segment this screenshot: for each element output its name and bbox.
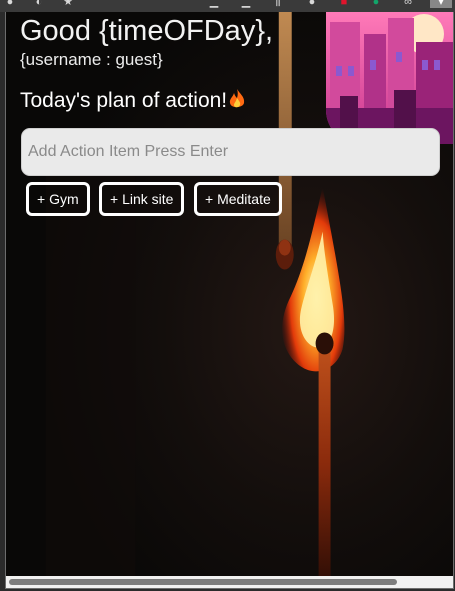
cityscape-artwork (326, 12, 453, 144)
browser-toolbar: ● ◐ ★ ▁ ▁ ⫼ ● ■ ● ∞ ▾ (0, 0, 455, 12)
add-meditate-button[interactable]: + Meditate (194, 182, 282, 216)
download-icon[interactable]: ▁ (208, 0, 220, 8)
action-item-input[interactable] (21, 128, 440, 176)
puzzle-icon[interactable]: ▾ (430, 0, 452, 8)
bookmark-star-icon[interactable]: ★ (62, 0, 74, 8)
back-icon[interactable]: ● (4, 0, 16, 8)
reload-icon[interactable]: ◐ (33, 0, 45, 8)
plan-title: Today's plan of action! (20, 88, 247, 114)
plan-title-text: Today's plan of action! (20, 89, 228, 112)
green-extension-icon[interactable]: ● (370, 0, 382, 8)
extension-popup: Good {timeOFDay}, {username : guest} Tod… (5, 12, 454, 589)
greeting-heading: Good {timeOFDay}, (20, 15, 274, 47)
extension-icon[interactable]: ⫼ (272, 0, 284, 8)
horizontal-scrollbar-thumb[interactable] (9, 579, 397, 585)
add-gym-button[interactable]: + Gym (26, 182, 90, 216)
username-label: {username : guest} (20, 50, 163, 69)
library-icon[interactable]: ▁ (240, 0, 252, 8)
cityscape-illustration (326, 12, 453, 144)
profile-icon[interactable]: ● (306, 0, 318, 8)
red-extension-icon[interactable]: ■ (338, 0, 350, 8)
fire-icon (229, 89, 245, 108)
add-link-site-button[interactable]: + Link site (99, 182, 185, 216)
horizontal-scrollbar[interactable] (6, 576, 453, 588)
infinity-icon[interactable]: ∞ (402, 0, 414, 8)
